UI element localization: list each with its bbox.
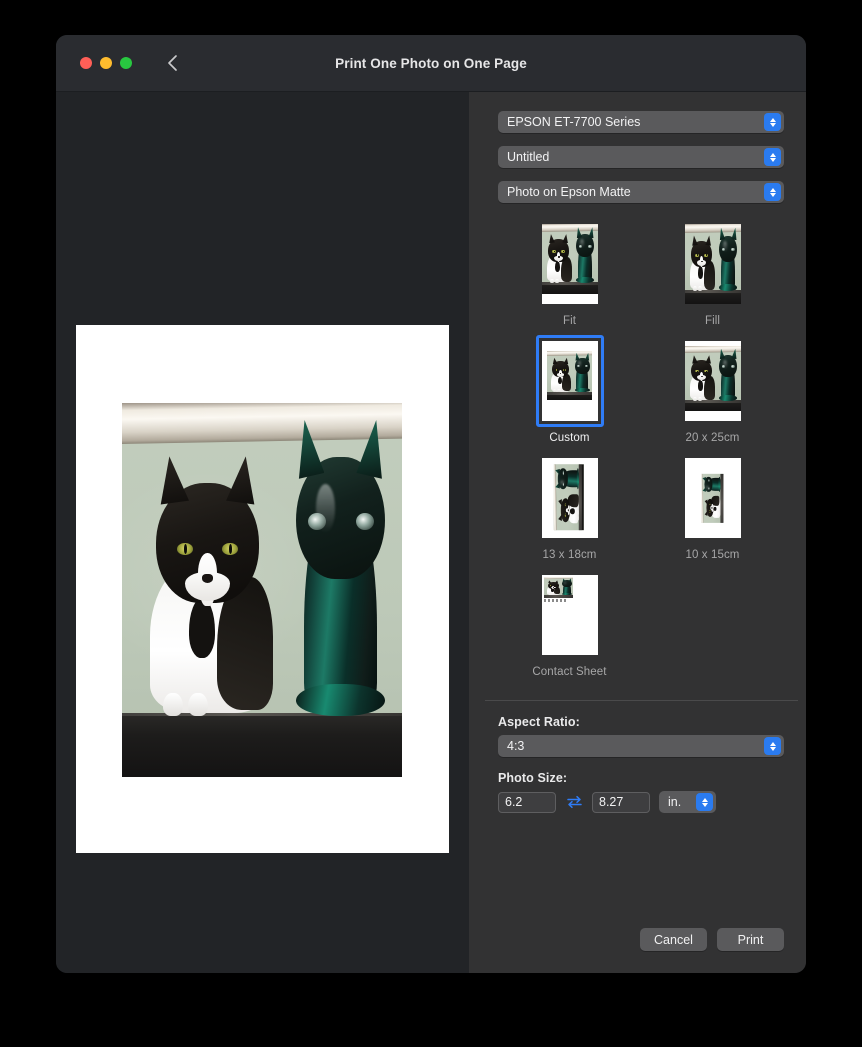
- dialog-actions: Cancel Print: [640, 928, 784, 951]
- photo-size-field: Photo Size: 6.2 8.27 in.: [469, 757, 806, 813]
- photo-width-value: 6.2: [505, 795, 523, 809]
- printer-select[interactable]: EPSON ET-7700 Series: [498, 111, 784, 133]
- printer-select-value: EPSON ET-7700 Series: [507, 115, 641, 129]
- preset-10x15cm[interactable]: 10 x 15cm: [641, 452, 784, 561]
- cat-figurine: [290, 419, 391, 717]
- preset-label: 13 x 18cm: [542, 549, 597, 561]
- preset-label: 20 x 25cm: [685, 432, 740, 444]
- preset-label: Custom: [549, 432, 590, 444]
- dialog-body: EPSON ET-7700 Series Untitled Photo on E…: [56, 92, 806, 973]
- preset-contact-sheet[interactable]: Contact Sheet: [498, 569, 641, 678]
- paper-type-select[interactable]: Photo on Epson Matte: [498, 181, 784, 203]
- preset-label: Fill: [704, 315, 721, 327]
- layout-preset-grid: Fit Fill Custom 20 x 25cm 13 x 18cm 10 x…: [498, 218, 784, 678]
- stepper-arrows-icon[interactable]: [764, 113, 781, 131]
- photo-size-unit-select[interactable]: in.: [659, 791, 716, 813]
- preset-label: Contact Sheet: [532, 666, 607, 678]
- aspect-ratio-label: Aspect Ratio:: [498, 715, 580, 729]
- stepper-arrows-icon[interactable]: [764, 148, 781, 166]
- print-preview-pane: [56, 92, 469, 973]
- photo-height-input[interactable]: 8.27: [592, 791, 650, 813]
- stepper-arrows-icon[interactable]: [696, 793, 713, 811]
- aspect-ratio-field: Aspect Ratio: 4:3: [469, 701, 806, 757]
- photo-size-unit-value: in.: [668, 795, 682, 809]
- photo-height-value: 8.27: [599, 795, 624, 809]
- photo-width-input[interactable]: 6.2: [498, 791, 556, 813]
- preset-select-value: Untitled: [507, 150, 550, 164]
- print-options-sidebar: EPSON ET-7700 Series Untitled Photo on E…: [469, 92, 806, 973]
- minimize-window-button[interactable]: [100, 57, 112, 69]
- preset-label: Fit: [562, 315, 577, 327]
- preview-photo: [122, 403, 402, 777]
- preset-select[interactable]: Untitled: [498, 146, 784, 168]
- swap-dimensions-icon[interactable]: [565, 794, 583, 810]
- chevron-left-icon: [167, 54, 178, 72]
- stepper-arrows-icon[interactable]: [764, 737, 781, 755]
- cancel-button[interactable]: Cancel: [640, 928, 707, 951]
- print-dialog-window: Print One Photo on One Page EPSON ET-770…: [56, 35, 806, 973]
- cat-subject: [144, 456, 276, 716]
- preview-page: [76, 325, 449, 853]
- aspect-ratio-select[interactable]: 4:3: [498, 735, 784, 757]
- aspect-ratio-value: 4:3: [507, 739, 525, 753]
- traffic-light-controls: [80, 57, 132, 69]
- preset-custom[interactable]: Custom: [498, 335, 641, 444]
- close-window-button[interactable]: [80, 57, 92, 69]
- preset-13x18cm[interactable]: 13 x 18cm: [498, 452, 641, 561]
- print-button[interactable]: Print: [717, 928, 784, 951]
- window-titlebar: Print One Photo on One Page: [56, 35, 806, 92]
- stepper-arrows-icon[interactable]: [764, 183, 781, 201]
- zoom-window-button[interactable]: [120, 57, 132, 69]
- preset-fit[interactable]: Fit: [498, 218, 641, 327]
- preset-20x25cm[interactable]: 20 x 25cm: [641, 335, 784, 444]
- back-button[interactable]: [161, 51, 183, 75]
- photo-size-label: Photo Size:: [498, 771, 568, 785]
- preset-fill[interactable]: Fill: [641, 218, 784, 327]
- paper-type-select-value: Photo on Epson Matte: [507, 185, 631, 199]
- preset-label: 10 x 15cm: [685, 549, 740, 561]
